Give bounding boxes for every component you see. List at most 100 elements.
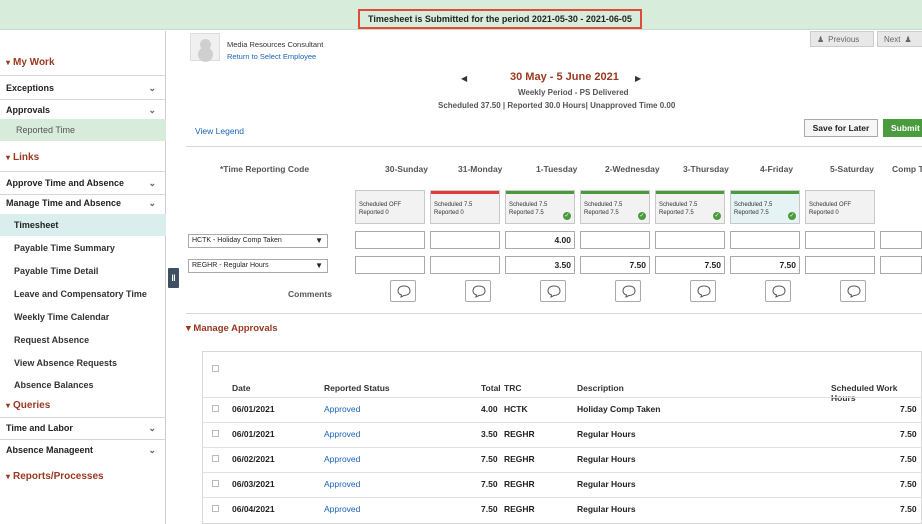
sidebar: ▾ My Work Exceptions ⌄ Approvals ⌄ Reported… bbox=[0, 31, 166, 524]
hours-input[interactable] bbox=[430, 256, 500, 274]
row-checkbox[interactable] bbox=[212, 430, 219, 437]
sidebar-item-weekly-time-calendar[interactable]: Weekly Time Calendar bbox=[0, 306, 166, 328]
comment-button[interactable] bbox=[690, 280, 716, 302]
check-icon: ✓ bbox=[713, 212, 721, 220]
sidebar-item-payable-time-summary[interactable]: Payable Time Summary bbox=[0, 237, 166, 259]
schedule-box: Scheduled OFF Reported 0 bbox=[805, 190, 875, 224]
hours-input[interactable] bbox=[655, 231, 725, 249]
sidebar-section-my-work[interactable]: ▾ My Work bbox=[0, 51, 166, 73]
row-trc: REGHR bbox=[504, 504, 535, 514]
save-for-later-button[interactable]: Save for Later bbox=[804, 119, 878, 137]
speech-bubble-icon bbox=[847, 285, 861, 298]
row-status-link[interactable]: Approved bbox=[324, 479, 360, 489]
speech-bubble-icon bbox=[397, 285, 411, 298]
row-status-link[interactable]: Approved bbox=[324, 429, 360, 439]
sidebar-section-links[interactable]: ▾ Links bbox=[0, 146, 166, 168]
row-checkbox[interactable] bbox=[212, 455, 219, 462]
select-all-checkbox[interactable] bbox=[212, 365, 219, 372]
row-status-link[interactable]: Approved bbox=[324, 404, 360, 414]
view-legend-link[interactable]: View Legend bbox=[195, 126, 244, 136]
day-header: 30-Sunday bbox=[385, 164, 428, 174]
scheduled-text: Scheduled 7.5 bbox=[584, 202, 623, 208]
table-row[interactable] bbox=[202, 447, 922, 470]
scheduled-text: Scheduled 7.5 bbox=[434, 202, 473, 208]
hours-input[interactable] bbox=[730, 231, 800, 249]
row-checkbox[interactable] bbox=[212, 505, 219, 512]
comment-button[interactable] bbox=[615, 280, 641, 302]
caret-down-icon: ▾ bbox=[6, 400, 11, 410]
sidebar-item-leave-compensatory[interactable]: Leave and Compensatory Time bbox=[0, 283, 166, 305]
comment-button[interactable] bbox=[840, 280, 866, 302]
hours-input[interactable] bbox=[580, 231, 650, 249]
reported-text: Reported 0 bbox=[809, 210, 839, 216]
hours-input[interactable] bbox=[430, 231, 500, 249]
hours-input[interactable]: 4.00 bbox=[505, 231, 575, 249]
table-row[interactable] bbox=[202, 472, 922, 495]
hours-input[interactable]: 7.50 bbox=[730, 256, 800, 274]
hours-input[interactable] bbox=[805, 256, 875, 274]
previous-button[interactable]: ♟ Previous bbox=[810, 31, 874, 47]
sidebar-item-reported-time[interactable]: Reported Time bbox=[0, 119, 166, 141]
row-checkbox[interactable] bbox=[212, 405, 219, 412]
row-status-link[interactable]: Approved bbox=[324, 454, 360, 464]
employee-title: Media Resources Consultant bbox=[227, 40, 324, 49]
hours-input[interactable] bbox=[880, 256, 922, 274]
table-row[interactable] bbox=[202, 422, 922, 445]
row-trc: REGHR bbox=[504, 479, 535, 489]
row-status-link[interactable]: Approved bbox=[324, 504, 360, 514]
sidebar-item-manage-time-absence[interactable]: Manage Time and Absence ⌄ bbox=[0, 192, 166, 214]
comment-button[interactable] bbox=[540, 280, 566, 302]
prev-period-arrow-icon[interactable]: ◀ bbox=[461, 74, 467, 83]
reported-text: Reported 7.5 bbox=[734, 210, 769, 216]
avatar bbox=[190, 33, 220, 61]
sidebar-item-approve-time-absence[interactable]: Approve Time and Absence ⌄ bbox=[0, 172, 166, 194]
next-button[interactable]: Next ♟ bbox=[877, 31, 922, 47]
hours-input[interactable] bbox=[805, 231, 875, 249]
day-header: 3-Thursday bbox=[683, 164, 729, 174]
return-to-select-employee-link[interactable]: Return to Select Employee bbox=[227, 52, 316, 61]
sidebar-section-reports-processes[interactable]: ▾ Reports/Processes bbox=[0, 465, 166, 487]
collapse-sidebar-button[interactable]: ‖ bbox=[168, 268, 179, 288]
comment-button[interactable] bbox=[765, 280, 791, 302]
row-total: 7.50 bbox=[481, 454, 498, 464]
sidebar-item-view-absence-requests[interactable]: View Absence Requests bbox=[0, 352, 166, 374]
row-date: 06/01/2021 bbox=[232, 404, 275, 414]
chevron-down-icon: ⌄ bbox=[148, 178, 156, 188]
sidebar-item-absence-management[interactable]: Absence Manageent ⌄ bbox=[0, 439, 166, 461]
divider bbox=[0, 75, 166, 76]
comment-button[interactable] bbox=[390, 280, 416, 302]
row-checkbox[interactable] bbox=[212, 480, 219, 487]
hours-input[interactable] bbox=[355, 231, 425, 249]
table-row[interactable] bbox=[202, 497, 922, 520]
row-trc: REGHR bbox=[504, 429, 535, 439]
hours-input[interactable] bbox=[880, 231, 922, 249]
comment-button[interactable] bbox=[465, 280, 491, 302]
row-total: 3.50 bbox=[481, 429, 498, 439]
period-range: 30 May - 5 June 2021 bbox=[510, 71, 619, 83]
scheduled-text: Scheduled OFF bbox=[809, 202, 852, 208]
scheduled-text: Scheduled 7.5 bbox=[659, 202, 698, 208]
check-icon: ✓ bbox=[563, 212, 571, 220]
day-header: 1-Tuesday bbox=[536, 164, 578, 174]
sidebar-section-queries[interactable]: ▾ Queries bbox=[0, 394, 166, 416]
table-row[interactable] bbox=[202, 397, 922, 420]
sidebar-item-approvals[interactable]: Approvals ⌄ bbox=[0, 99, 166, 121]
hours-input[interactable]: 7.50 bbox=[580, 256, 650, 274]
sidebar-item-timesheet[interactable]: Timesheet bbox=[0, 214, 166, 236]
sidebar-item-request-absence[interactable]: Request Absence bbox=[0, 329, 166, 351]
trc-select-row-2[interactable]: REGHR - Regular Hours ▼ bbox=[188, 259, 328, 273]
trc-select-row-1[interactable]: HCTK - Holiday Comp Taken ▼ bbox=[188, 234, 328, 248]
next-period-arrow-icon[interactable]: ▶ bbox=[635, 74, 641, 83]
sidebar-item-time-and-labor[interactable]: Time and Labor ⌄ bbox=[0, 417, 166, 439]
sidebar-item-payable-time-detail[interactable]: Payable Time Detail bbox=[0, 260, 166, 282]
row-description: Regular Hours bbox=[577, 454, 636, 464]
reported-text: Reported 0 bbox=[434, 210, 464, 216]
sidebar-item-absence-balances[interactable]: Absence Balances bbox=[0, 374, 166, 396]
hours-input[interactable] bbox=[355, 256, 425, 274]
submit-button[interactable]: Submit bbox=[883, 119, 922, 137]
hours-input[interactable]: 3.50 bbox=[505, 256, 575, 274]
chevron-down-icon: ▼ bbox=[315, 261, 323, 270]
sidebar-item-exceptions[interactable]: Exceptions ⌄ bbox=[0, 77, 166, 99]
manage-approvals-title[interactable]: ▾ Manage Approvals bbox=[186, 323, 278, 334]
hours-input[interactable]: 7.50 bbox=[655, 256, 725, 274]
